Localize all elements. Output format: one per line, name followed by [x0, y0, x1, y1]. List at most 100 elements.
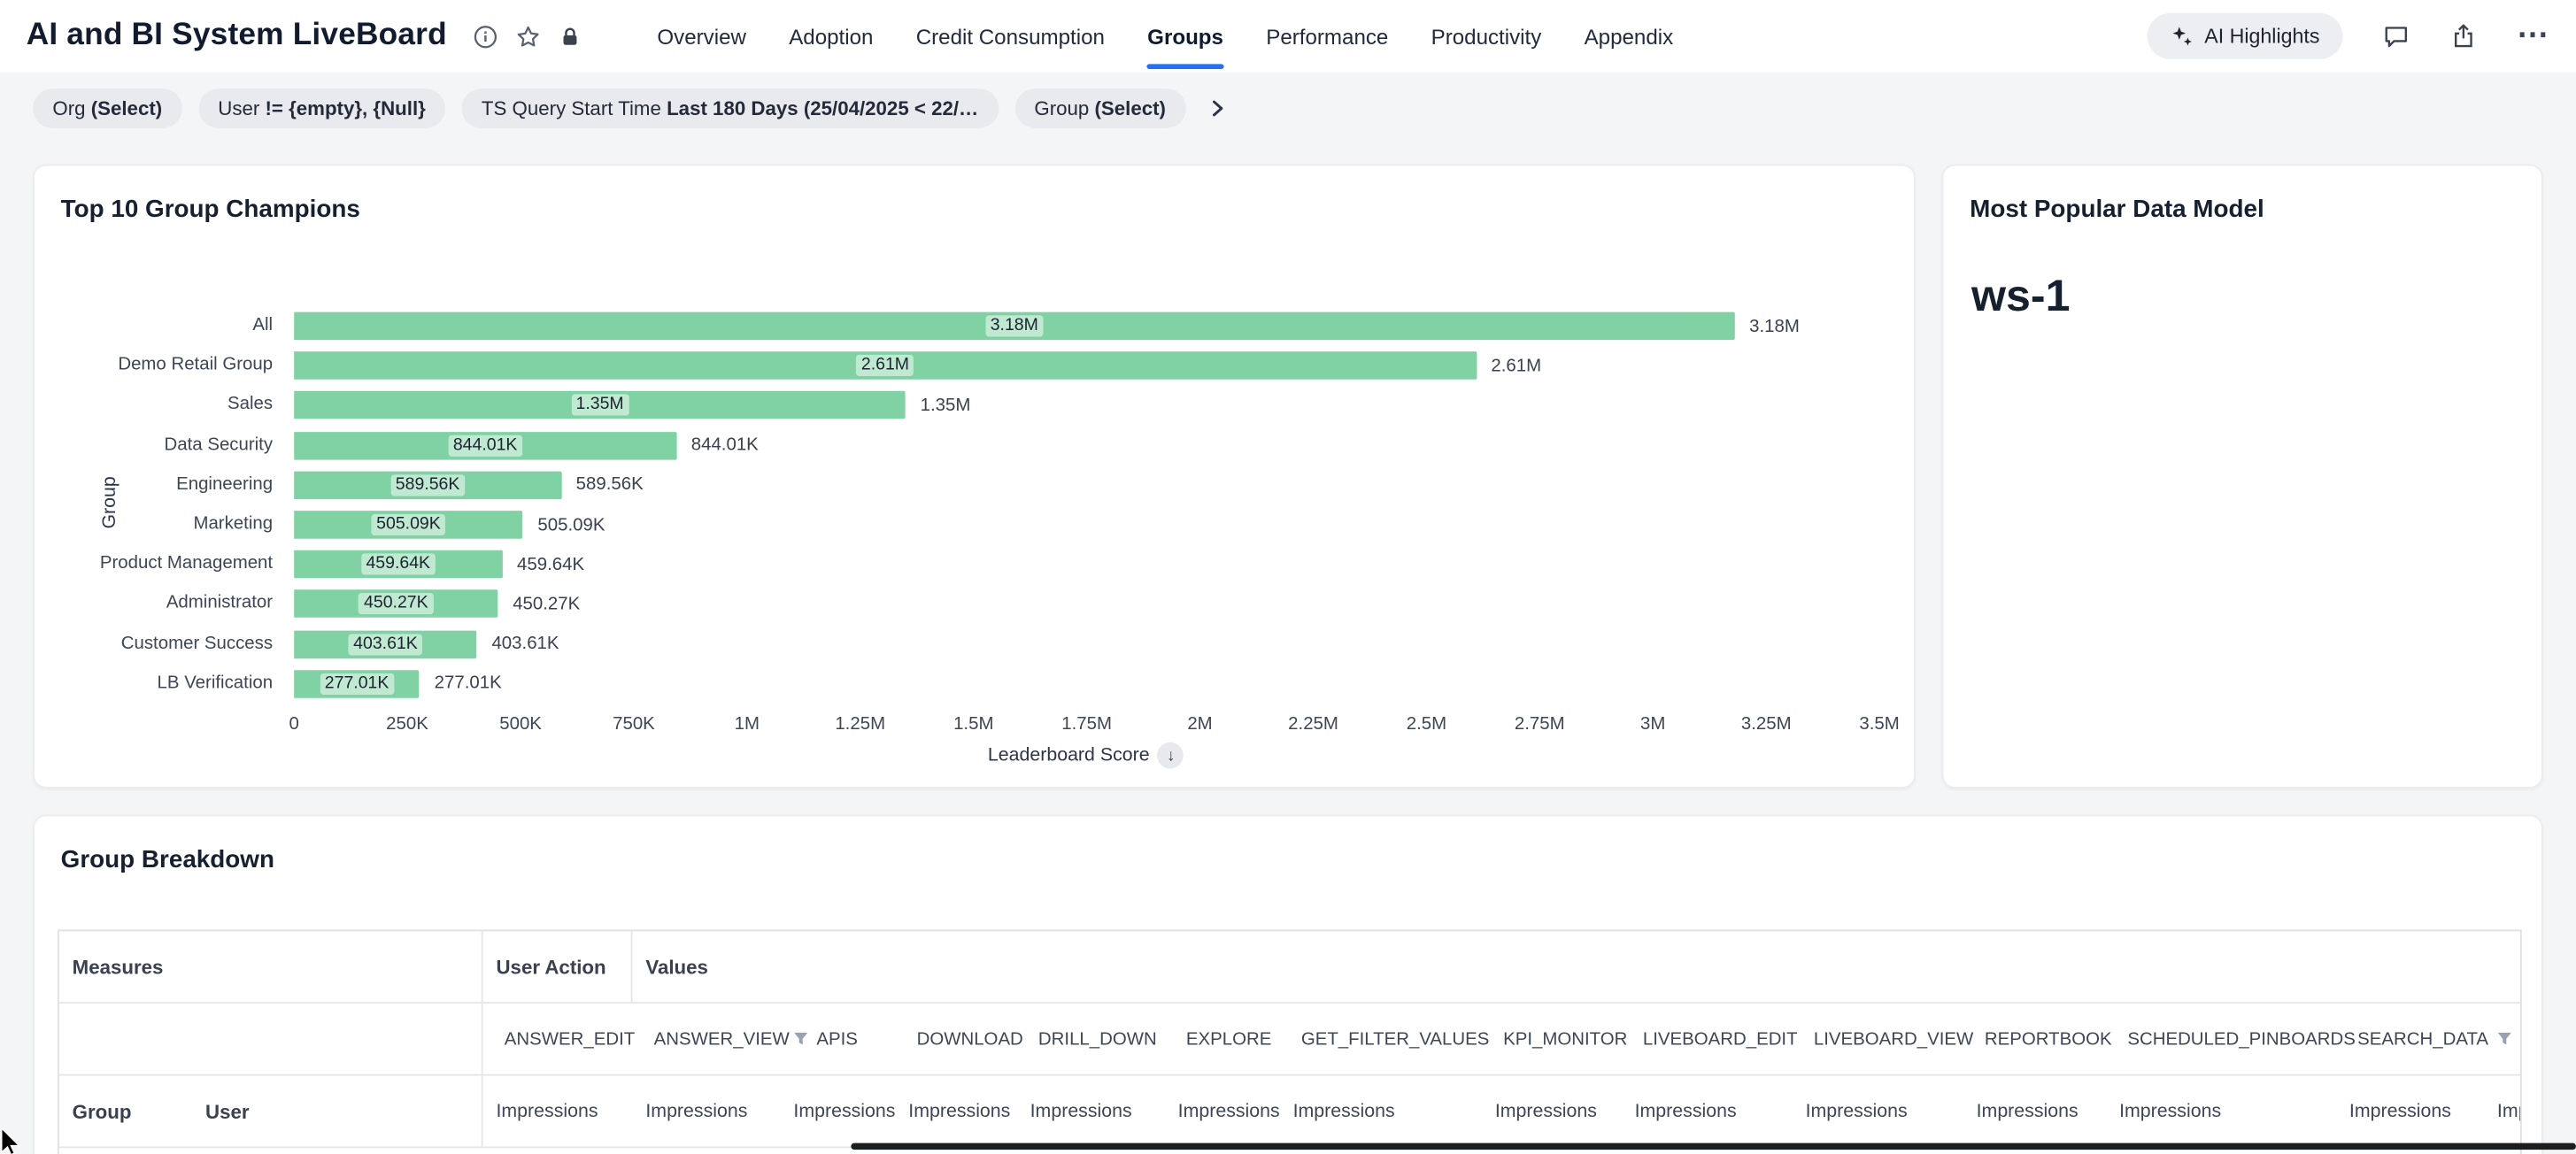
tab-productivity[interactable]: Productivity	[1431, 0, 1542, 73]
column-header-label: LIVEBOARD_VIEW	[1814, 1029, 1973, 1049]
column-header-label: REPORTBOOK	[1985, 1029, 2112, 1049]
bar-product-management[interactable]: 459.64K	[294, 550, 502, 579]
top-bar-actions: AI Highlights ⋯	[2147, 13, 2549, 59]
y-axis-category: Data Security	[35, 435, 273, 456]
comment-icon[interactable]	[2382, 22, 2410, 50]
tab-appendix[interactable]: Appendix	[1585, 0, 1674, 73]
column-header-search-data[interactable]: SEARCH_DATA	[2336, 1004, 2484, 1074]
column-header-drill-down[interactable]: DRILL_DOWN	[1017, 1004, 1165, 1074]
column-header-apis[interactable]: APIS	[781, 1004, 896, 1074]
bar-all[interactable]: 3.18M	[294, 312, 1734, 341]
info-icon[interactable]	[474, 24, 498, 49]
x-axis-tick: 2.75M	[1487, 714, 1593, 734]
nav-tabs: Overview Adoption Credit Consumption Groups…	[657, 0, 1673, 73]
filter-chip-user[interactable]: User != {empty}, {Null}	[198, 88, 445, 128]
more-options-icon[interactable]: ⋯	[2517, 28, 2549, 45]
column-header-scheduled-pinboards[interactable]: SCHEDULED_PINBOARDS	[2106, 1004, 2336, 1074]
column-header-spotiq[interactable]: SPOTIQ	[2484, 1004, 2520, 1074]
star-icon[interactable]	[516, 24, 541, 49]
x-axis-tick: 0	[242, 714, 347, 734]
group-column-header[interactable]: Group	[59, 1076, 192, 1147]
bar-marketing[interactable]: 505.09K	[294, 511, 523, 539]
sort-desc-icon[interactable]: ↓	[1158, 742, 1184, 769]
bar-sales[interactable]: 1.35M	[294, 391, 906, 419]
page-title: AI and BI System LiveBoard	[27, 18, 447, 54]
x-axis-tick: 2M	[1147, 714, 1253, 734]
measures-header: Measures	[59, 931, 483, 1002]
liveboard-canvas: Top 10 Group Champions Group Leaderboard…	[0, 142, 2576, 1154]
bar-data-security[interactable]: 844.01K	[294, 431, 676, 459]
liveboard-page: AI and BI System LiveBoard Overview Adopt…	[0, 0, 2576, 1154]
title-icons	[474, 24, 582, 49]
column-header-download[interactable]: DOWNLOAD	[895, 1004, 1016, 1074]
bar-value-label: 403.61K	[349, 634, 423, 655]
filter-chip-ts-query-start-time[interactable]: TS Query Start Time Last 180 Days (25/04…	[462, 88, 999, 128]
share-icon[interactable]	[2449, 22, 2478, 50]
column-header-label: ANSWER_VIEW	[654, 1029, 790, 1049]
filter-chip-value: (Select)	[91, 96, 162, 119]
measure-cell: Impressions	[781, 1076, 896, 1147]
x-axis-tick: 500K	[468, 714, 574, 734]
column-header-get-filter-values[interactable]: GET_FILTER_VALUES	[1280, 1004, 1482, 1074]
pivot-column-row: ANSWER_EDITANSWER_VIEWAPISDOWNLOADDRILL_…	[59, 1004, 2520, 1076]
tab-performance[interactable]: Performance	[1266, 0, 1388, 73]
bar-value-label: 3.18M	[985, 315, 1043, 336]
tab-credit-consumption[interactable]: Credit Consumption	[916, 0, 1105, 73]
filter-chip-value: != {empty}, {Null}	[265, 96, 425, 119]
bar-value-outside: 2.61M	[1491, 356, 1541, 377]
tab-adoption[interactable]: Adoption	[789, 0, 873, 73]
bar-value-label: 1.35M	[571, 395, 629, 416]
filter-funnel-icon	[2497, 1031, 2512, 1046]
x-axis-tick: 750K	[582, 714, 687, 734]
bar-value-outside: 450.27K	[513, 595, 580, 616]
bar-customer-success[interactable]: 403.61K	[294, 630, 477, 658]
ai-highlights-button[interactable]: AI Highlights	[2147, 13, 2342, 59]
column-header-label: APIS	[816, 1029, 858, 1049]
bar-value-label: 277.01K	[320, 673, 394, 695]
user-column-header[interactable]: User	[192, 1076, 482, 1147]
top-groups-card: Top 10 Group Champions Group Leaderboard…	[33, 165, 1916, 789]
bar-engineering[interactable]: 589.56K	[294, 471, 561, 499]
bar-value-label: 589.56K	[390, 474, 465, 496]
bar-administrator[interactable]: 450.27K	[294, 590, 497, 619]
column-header-liveboard-view[interactable]: LIVEBOARD_VIEW	[1793, 1004, 1963, 1074]
filter-chip-group[interactable]: Group (Select)	[1014, 88, 1185, 128]
filter-chip-org[interactable]: Org (Select)	[33, 88, 181, 128]
data-model-card: Most Popular Data Model ws-1	[1942, 165, 2543, 789]
group-breakdown-card: Group Breakdown Measures User Action Val…	[33, 815, 2543, 1154]
measure-cell: Impressions	[1793, 1076, 1963, 1147]
column-header-liveboard-edit[interactable]: LIVEBOARD_EDIT	[1622, 1004, 1793, 1074]
tab-groups[interactable]: Groups	[1147, 0, 1223, 73]
column-header-label: LIVEBOARD_EDIT	[1643, 1029, 1798, 1049]
bar-value-label: 459.64K	[361, 554, 436, 575]
column-header-label: GET_FILTER_VALUES	[1301, 1029, 1490, 1049]
pivot-top-row: Measures User Action Values	[59, 931, 2520, 1004]
column-header-answer-edit[interactable]: ANSWER_EDIT	[483, 1004, 633, 1074]
measure-cell: Impressions	[1963, 1076, 2106, 1147]
column-header-label: DRILL_DOWN	[1038, 1029, 1157, 1049]
bar-value-outside: 1.35M	[921, 396, 971, 417]
bar-value-outside: 505.09K	[537, 515, 605, 536]
bar-value-outside: 844.01K	[691, 435, 759, 457]
bar-demo-retail-group[interactable]: 2.61M	[294, 352, 1476, 381]
bar-value-label: 2.61M	[856, 355, 914, 376]
column-dimension-header: User Action	[483, 931, 633, 1002]
x-axis-tick: 3.5M	[1827, 714, 1932, 734]
chevron-right-icon[interactable]	[1199, 90, 1235, 127]
bar-lb-verification[interactable]: 277.01K	[294, 670, 420, 698]
column-header-kpi-monitor[interactable]: KPI_MONITOR	[1482, 1004, 1622, 1074]
measure-cell: Impressions	[1482, 1076, 1622, 1147]
column-header-reportbook[interactable]: REPORTBOOK	[1963, 1004, 2106, 1074]
measure-cell: Impressions	[2336, 1076, 2484, 1147]
pivot-table: Measures User Action Values ANSWER_EDITA…	[58, 929, 2522, 1154]
bar-value-outside: 589.56K	[576, 475, 644, 496]
x-axis-tick: 250K	[355, 714, 460, 734]
column-header-explore[interactable]: EXPLORE	[1165, 1004, 1280, 1074]
x-axis-tick: 1M	[694, 714, 799, 734]
horizontal-scrollbar[interactable]	[851, 1143, 2576, 1150]
bar-value-label: 844.01K	[448, 435, 522, 456]
measure-cell: Impressions	[895, 1076, 1016, 1147]
tab-overview[interactable]: Overview	[657, 0, 746, 73]
x-axis-tick: 2.25M	[1261, 714, 1366, 734]
column-header-answer-view[interactable]: ANSWER_VIEW	[633, 1004, 781, 1074]
